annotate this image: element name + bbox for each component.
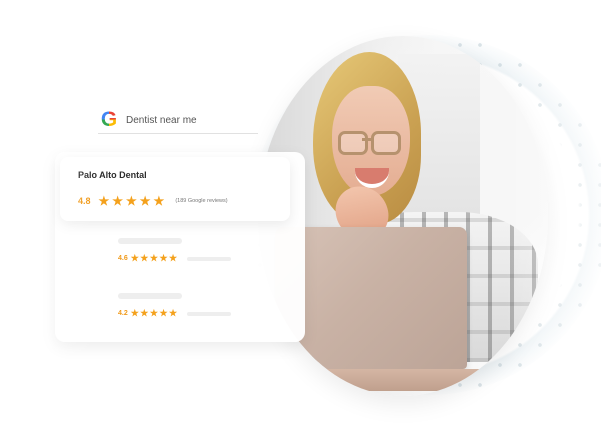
google-search-bar: Dentist near me [98, 107, 258, 134]
alternative-rating-row-1: 4.6 ★★★★★ [118, 253, 231, 264]
google-g-icon [98, 109, 120, 131]
business-rating: 4.8 [78, 196, 91, 206]
main-rating-row: 4.8 ★★★★★ (189 Google reviews) [78, 194, 228, 208]
alternative-rating-row-2: 4.2 ★★★★★ [118, 308, 231, 319]
business-name: Palo Alto Dental [78, 170, 147, 180]
glasses-right-lens [371, 131, 401, 155]
placeholder-business-line-1 [118, 238, 182, 244]
review-count: (189 Google reviews) [175, 198, 228, 204]
alternative-placeholder-bar-2 [186, 311, 231, 316]
laptop-base [258, 369, 488, 391]
glasses-left-lens [338, 131, 368, 155]
alternative-stars-2-icon: ★★★★★ [130, 308, 179, 318]
alternative-stars-1-icon: ★★★★★ [130, 253, 179, 263]
alternative-rating-2: 4.2 [118, 310, 128, 317]
five-star-icons: ★★★★★ [98, 194, 168, 208]
alternative-rating-1: 4.6 [118, 255, 128, 262]
top-business-card [60, 157, 290, 221]
placeholder-business-line-2 [118, 293, 182, 299]
search-query: Dentist near me [126, 114, 197, 126]
review-marketing-graphic: Dentist near me Palo Alto Dental 4.8 ★★★… [0, 0, 601, 447]
alternative-placeholder-bar-1 [186, 256, 231, 261]
